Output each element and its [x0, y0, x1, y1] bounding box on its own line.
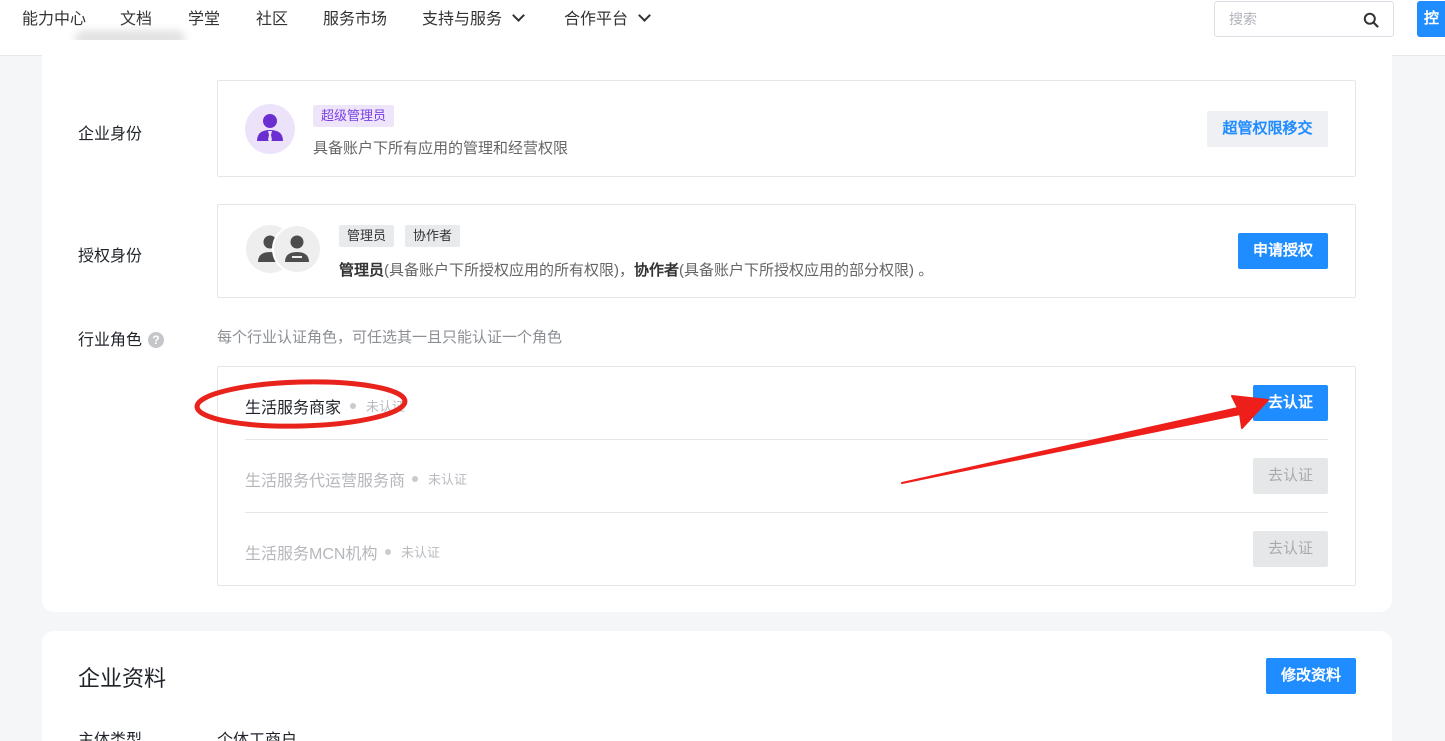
transfer-super-admin-button[interactable]: 超管权限移交 — [1207, 111, 1328, 147]
certify-mcn-button: 去认证 — [1253, 531, 1328, 567]
industry-role-label-text: 行业角色 — [78, 332, 143, 349]
certify-operator-button: 去认证 — [1253, 458, 1328, 494]
nav-item-partner-platform[interactable]: 合作平台 — [564, 8, 651, 32]
chevron-down-icon — [638, 9, 651, 22]
super-admin-avatar-icon — [245, 104, 295, 154]
admin-explanation: (具备账户下所授权应用的所有权限)， — [384, 262, 635, 279]
search-input[interactable] — [1215, 2, 1355, 36]
enterprise-identity-label: 企业身份 — [78, 126, 143, 143]
nav-item-docs[interactable]: 文档 — [120, 8, 152, 32]
collaborator-term: 协作者 — [634, 262, 680, 279]
role-status-merchant: 未认证 — [350, 396, 405, 415]
identity-card: 企业身份 超级管理员 具备账户下所有应用的管理和经营权限 超管权限移交 授权身份 — [42, 40, 1392, 612]
collaborator-tag: 协作者 — [405, 225, 461, 247]
admin-avatars-icon — [245, 223, 325, 275]
nav-item-partner-label: 合作平台 — [564, 11, 629, 28]
nav-item-community[interactable]: 社区 — [256, 8, 288, 32]
divider — [245, 512, 1328, 513]
role-name-merchant: 生活服务商家 — [245, 400, 342, 417]
industry-role-hint: 每个行业认证角色，可任选其一且只能认证一个角色 — [217, 329, 563, 346]
authorized-identity-description: 管理员(具备账户下所授权应用的所有权限)，协作者(具备账户下所授权应用的部分权限… — [339, 259, 933, 280]
super-admin-description: 具备账户下所有应用的管理和经营权限 — [313, 140, 569, 157]
company-profile-card: 企业资料 修改资料 主体类型 个体工商户 — [42, 631, 1392, 741]
role-status-mcn: 未认证 — [385, 542, 440, 561]
role-name-mcn: 生活服务MCN机构 — [245, 546, 378, 563]
admin-tag: 管理员 — [339, 225, 395, 247]
chevron-down-icon — [512, 9, 525, 22]
status-dot — [350, 403, 356, 409]
question-circle-icon[interactable]: ? — [148, 332, 165, 348]
enterprise-identity-box: 超级管理员 具备账户下所有应用的管理和经营权限 超管权限移交 — [217, 80, 1356, 177]
entity-type-value: 个体工商户 — [217, 732, 298, 741]
role-status-text: 未认证 — [401, 545, 441, 560]
company-profile-title: 企业资料 — [78, 666, 167, 691]
role-name-operator: 生活服务代运营服务商 — [245, 473, 406, 490]
divider — [245, 439, 1328, 440]
search-icon[interactable] — [1363, 12, 1379, 28]
edit-profile-button[interactable]: 修改资料 — [1266, 658, 1356, 694]
industry-role-list: 生活服务商家 未认证 去认证 生活服务代运营服务商 未认证 去认证 生活服务MC… — [217, 366, 1356, 586]
role-status-text: 未认证 — [366, 399, 406, 414]
certify-merchant-button[interactable]: 去认证 — [1253, 385, 1328, 421]
industry-role-label: 行业角色? — [78, 326, 165, 350]
super-admin-tag: 超级管理员 — [313, 105, 395, 127]
status-dot — [412, 476, 418, 482]
nav-item-support-label: 支持与服务 — [422, 11, 503, 28]
nav-item-support[interactable]: 支持与服务 — [422, 8, 525, 32]
authorized-identity-label: 授权身份 — [78, 248, 143, 265]
role-status-text: 未认证 — [428, 472, 468, 487]
collaborator-explanation: (具备账户下所授权应用的部分权限) 。 — [679, 262, 934, 279]
authorized-identity-box: 管理员 协作者 管理员(具备账户下所授权应用的所有权限)，协作者(具备账户下所授… — [217, 204, 1356, 298]
status-dot — [385, 549, 391, 555]
search-box — [1214, 1, 1394, 37]
nav-item-service-market[interactable]: 服务市场 — [323, 8, 387, 32]
nav-item-capability-center[interactable]: 能力中心 — [22, 8, 86, 32]
entity-type-label: 主体类型 — [78, 732, 143, 741]
apply-authorization-button[interactable]: 申请授权 — [1238, 233, 1328, 269]
nav-item-academy[interactable]: 学堂 — [188, 8, 220, 32]
console-button[interactable]: 控 — [1417, 1, 1445, 37]
role-status-operator: 未认证 — [412, 469, 467, 488]
admin-term: 管理员 — [339, 262, 385, 279]
